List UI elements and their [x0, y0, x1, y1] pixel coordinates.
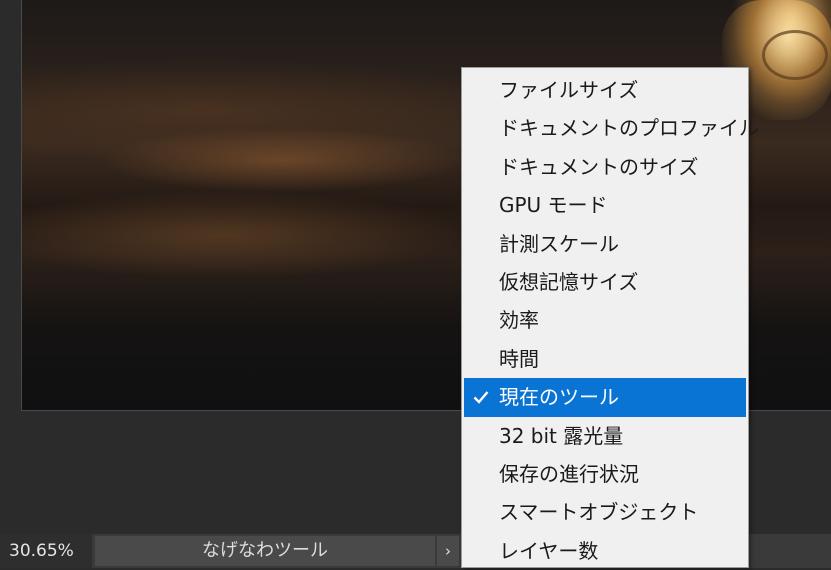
menu-item-label: 仮想記憶サイズ	[499, 269, 639, 294]
menu-item-smart-objects[interactable]: スマートオブジェクト	[462, 493, 748, 531]
menu-item-label: 現在のツール	[499, 385, 619, 410]
menu-item-file-size[interactable]: ファイルサイズ	[462, 71, 748, 109]
menu-item-scratch-sizes[interactable]: 仮想記憶サイズ	[462, 263, 748, 301]
status-info-display: なげなわツール	[95, 536, 435, 566]
status-menu-chevron-button[interactable]: ›	[437, 536, 459, 566]
menu-item-document-profile[interactable]: ドキュメントのプロファイル	[462, 109, 759, 147]
menu-item-layer-count[interactable]: レイヤー数	[462, 532, 748, 570]
menu-item-label: GPU モード	[499, 193, 608, 218]
menu-item-label: 32 bit 露光量	[499, 423, 624, 448]
menu-item-label: 時間	[499, 346, 539, 371]
menu-item-label: ドキュメントのプロファイル	[499, 116, 759, 141]
menu-item-label: レイヤー数	[499, 538, 599, 563]
checkmark-icon	[473, 378, 493, 416]
zoom-level-field[interactable]: 30.65%	[0, 534, 92, 568]
menu-item-gpu-mode[interactable]: GPU モード	[462, 186, 748, 224]
menu-item-measurement-scale[interactable]: 計測スケール	[462, 225, 748, 263]
menu-item-label: スマートオブジェクト	[499, 500, 699, 525]
menu-item-label: ファイルサイズ	[499, 78, 639, 102]
menu-item-save-progress[interactable]: 保存の進行状況	[462, 455, 748, 493]
status-info-menu: ファイルサイズ ドキュメントのプロファイル ドキュメントのサイズ GPU モード…	[461, 67, 759, 570]
menu-item-label: ドキュメントのサイズ	[499, 154, 699, 179]
menu-item-label: 保存の進行状況	[499, 461, 639, 486]
menu-item-current-tool[interactable]: 現在のツール	[464, 378, 746, 417]
menu-item-label: 効率	[499, 308, 539, 333]
lamp-ring	[762, 30, 828, 80]
menu-item-32bit-exposure[interactable]: 32 bit 露光量	[462, 417, 748, 455]
menu-item-label: 計測スケール	[499, 231, 619, 256]
menu-item-document-size[interactable]: ドキュメントのサイズ	[462, 148, 748, 186]
menu-item-efficiency[interactable]: 効率	[462, 301, 748, 339]
menu-item-timing[interactable]: 時間	[462, 340, 748, 378]
